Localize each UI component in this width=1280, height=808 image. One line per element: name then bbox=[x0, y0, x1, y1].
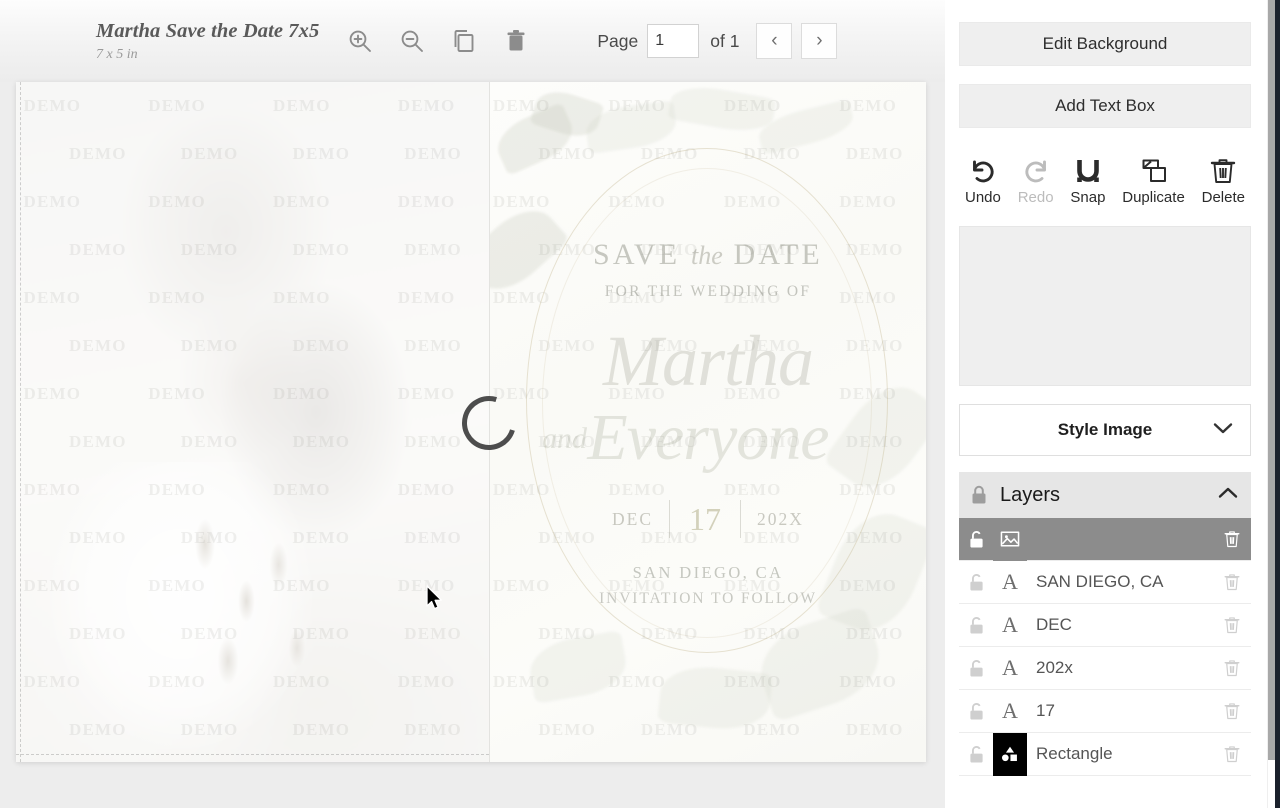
style-image-label: Style Image bbox=[1057, 420, 1153, 439]
the-word: the bbox=[691, 241, 723, 270]
next-page-button[interactable]: › bbox=[801, 23, 838, 59]
redo-label: Redo bbox=[1017, 189, 1054, 206]
duplicate-button[interactable]: Duplicate bbox=[1122, 152, 1185, 206]
layer-delete-icon[interactable] bbox=[1213, 615, 1251, 635]
mouse-cursor bbox=[425, 585, 445, 618]
layer-lock-icon[interactable] bbox=[959, 659, 993, 678]
for-the-wedding-of-text: FOR THE WEDDING OF bbox=[604, 283, 812, 300]
layer-type-text-icon: A bbox=[1002, 698, 1018, 723]
layer-name: 202x bbox=[1036, 658, 1073, 677]
layer-delete-icon[interactable] bbox=[1213, 572, 1251, 592]
layers-accordion-header[interactable]: Layers bbox=[959, 472, 1251, 518]
window-edge bbox=[1275, 0, 1280, 808]
layer-lock-icon[interactable] bbox=[959, 616, 993, 635]
layer-delete-icon[interactable] bbox=[1213, 529, 1251, 549]
layer-type-image-icon bbox=[993, 517, 1027, 561]
year-text: 202X bbox=[757, 508, 804, 529]
editor-area: Martha Save the Date 7x5 7 x 5 in Page 1… bbox=[0, 0, 945, 808]
page-label: Page bbox=[597, 30, 639, 51]
layer-name: SAN DIEGO, CA bbox=[1036, 572, 1164, 591]
layer-lock-icon[interactable] bbox=[959, 573, 993, 592]
layer-row[interactable]: A 17 bbox=[959, 690, 1251, 733]
trash-icon[interactable] bbox=[499, 24, 533, 58]
canvas-photo-panel[interactable]: DEMODEMODEMODEMODEMODEMODEMODEMODEMODEMO… bbox=[16, 82, 489, 762]
prev-page-button[interactable]: ‹ bbox=[756, 23, 793, 59]
layer-type-shape-icon bbox=[993, 732, 1027, 776]
layer-type-text-icon: A bbox=[1002, 655, 1018, 680]
layers-list: A SAN DIEGO, CA A DEC A 202x A 17 Rectangle bbox=[959, 517, 1251, 776]
layer-name: 17 bbox=[1036, 701, 1055, 720]
zoom-out-icon[interactable] bbox=[395, 24, 429, 58]
layer-row[interactable] bbox=[959, 517, 1251, 561]
layer-type-text-icon: A bbox=[1002, 612, 1018, 637]
document-info: Martha Save the Date 7x5 7 x 5 in bbox=[96, 20, 319, 63]
undo-icon bbox=[968, 152, 998, 186]
layers-label: Layers bbox=[1000, 483, 1061, 506]
layer-lock-icon[interactable] bbox=[959, 530, 993, 549]
redo-icon bbox=[1021, 152, 1051, 186]
layer-row[interactable]: Rectangle bbox=[959, 732, 1251, 776]
undo-label: Undo bbox=[965, 189, 1001, 206]
day-text: 17 bbox=[689, 500, 722, 537]
snap-label: Snap bbox=[1070, 189, 1106, 206]
layer-row[interactable]: A SAN DIEGO, CA bbox=[959, 561, 1251, 604]
duplicate-icon bbox=[1139, 152, 1169, 186]
chevron-up-icon bbox=[1217, 486, 1239, 505]
lock-icon bbox=[971, 485, 987, 505]
quick-tools-row: Undo Redo Snap Duplicate Delete bbox=[959, 146, 1251, 206]
groom-name-text: Everyone bbox=[587, 401, 829, 474]
editor-toolbar: Martha Save the Date 7x5 7 x 5 in Page 1… bbox=[0, 0, 945, 82]
canvas-card-panel[interactable]: SAVE the DATE FOR THE WEDDING OF Martha … bbox=[489, 82, 926, 762]
layer-delete-icon[interactable] bbox=[1213, 658, 1251, 678]
edit-background-button[interactable]: Edit Background bbox=[959, 22, 1251, 66]
layer-name: DEC bbox=[1036, 615, 1072, 634]
layer-row[interactable]: A 202x bbox=[959, 647, 1251, 690]
bride-name-text: Martha bbox=[603, 321, 814, 401]
layer-row[interactable]: A DEC bbox=[959, 604, 1251, 647]
document-title: Martha Save the Date 7x5 bbox=[96, 20, 320, 43]
style-image-accordion[interactable]: Style Image bbox=[959, 404, 1251, 456]
layer-lock-icon[interactable] bbox=[959, 745, 993, 764]
month-text: DEC bbox=[612, 508, 654, 529]
layer-lock-icon[interactable] bbox=[959, 702, 993, 721]
add-text-box-button[interactable]: Add Text Box bbox=[959, 84, 1251, 128]
date-line: DEC 17 202X bbox=[490, 500, 926, 538]
date-word: DATE bbox=[733, 238, 823, 271]
page-total-label: of 1 bbox=[710, 30, 740, 51]
save-word: SAVE bbox=[593, 238, 681, 271]
app-root: Martha Save the Date 7x5 7 x 5 in Page 1… bbox=[0, 0, 1280, 808]
selection-preview-box bbox=[959, 226, 1251, 386]
page-navigation: Page of 1 ‹ › bbox=[597, 23, 838, 59]
chevron-down-icon bbox=[1212, 420, 1234, 440]
undo-button[interactable]: Undo bbox=[965, 152, 1001, 206]
redo-button[interactable]: Redo bbox=[1018, 152, 1054, 206]
toolbar-icon-group bbox=[343, 24, 533, 58]
snap-button[interactable]: Snap bbox=[1070, 152, 1105, 206]
layer-delete-icon[interactable] bbox=[1213, 744, 1251, 764]
copy-pages-icon[interactable] bbox=[447, 24, 481, 58]
save-the-date-heading: SAVE the DATE bbox=[490, 238, 926, 272]
page-number-input[interactable] bbox=[647, 24, 700, 58]
magnet-icon bbox=[1074, 152, 1102, 186]
delete-label: Delete bbox=[1201, 189, 1245, 206]
invitation-to-follow-text: INVITATION TO FOLLOW bbox=[599, 590, 817, 607]
right-sidebar: Edit Background Add Text Box Undo Redo S… bbox=[945, 0, 1265, 808]
duplicate-label: Duplicate bbox=[1122, 189, 1185, 206]
city-text: SAN DIEGO, CA bbox=[632, 563, 784, 582]
layer-type-text-icon: A bbox=[1002, 569, 1018, 594]
foreground-foliage bbox=[136, 492, 366, 752]
document-size: 7 x 5 in bbox=[96, 46, 138, 62]
layer-name: Rectangle bbox=[1036, 744, 1113, 763]
card-text-group: SAVE the DATE FOR THE WEDDING OF Martha … bbox=[490, 82, 926, 762]
layer-delete-icon[interactable] bbox=[1213, 701, 1251, 721]
delete-button[interactable]: Delete bbox=[1202, 152, 1245, 206]
trash-icon bbox=[1209, 152, 1237, 186]
invitation-artwork: SAVE the DATE FOR THE WEDDING OF Martha … bbox=[490, 82, 926, 762]
zoom-in-icon[interactable] bbox=[343, 24, 377, 58]
